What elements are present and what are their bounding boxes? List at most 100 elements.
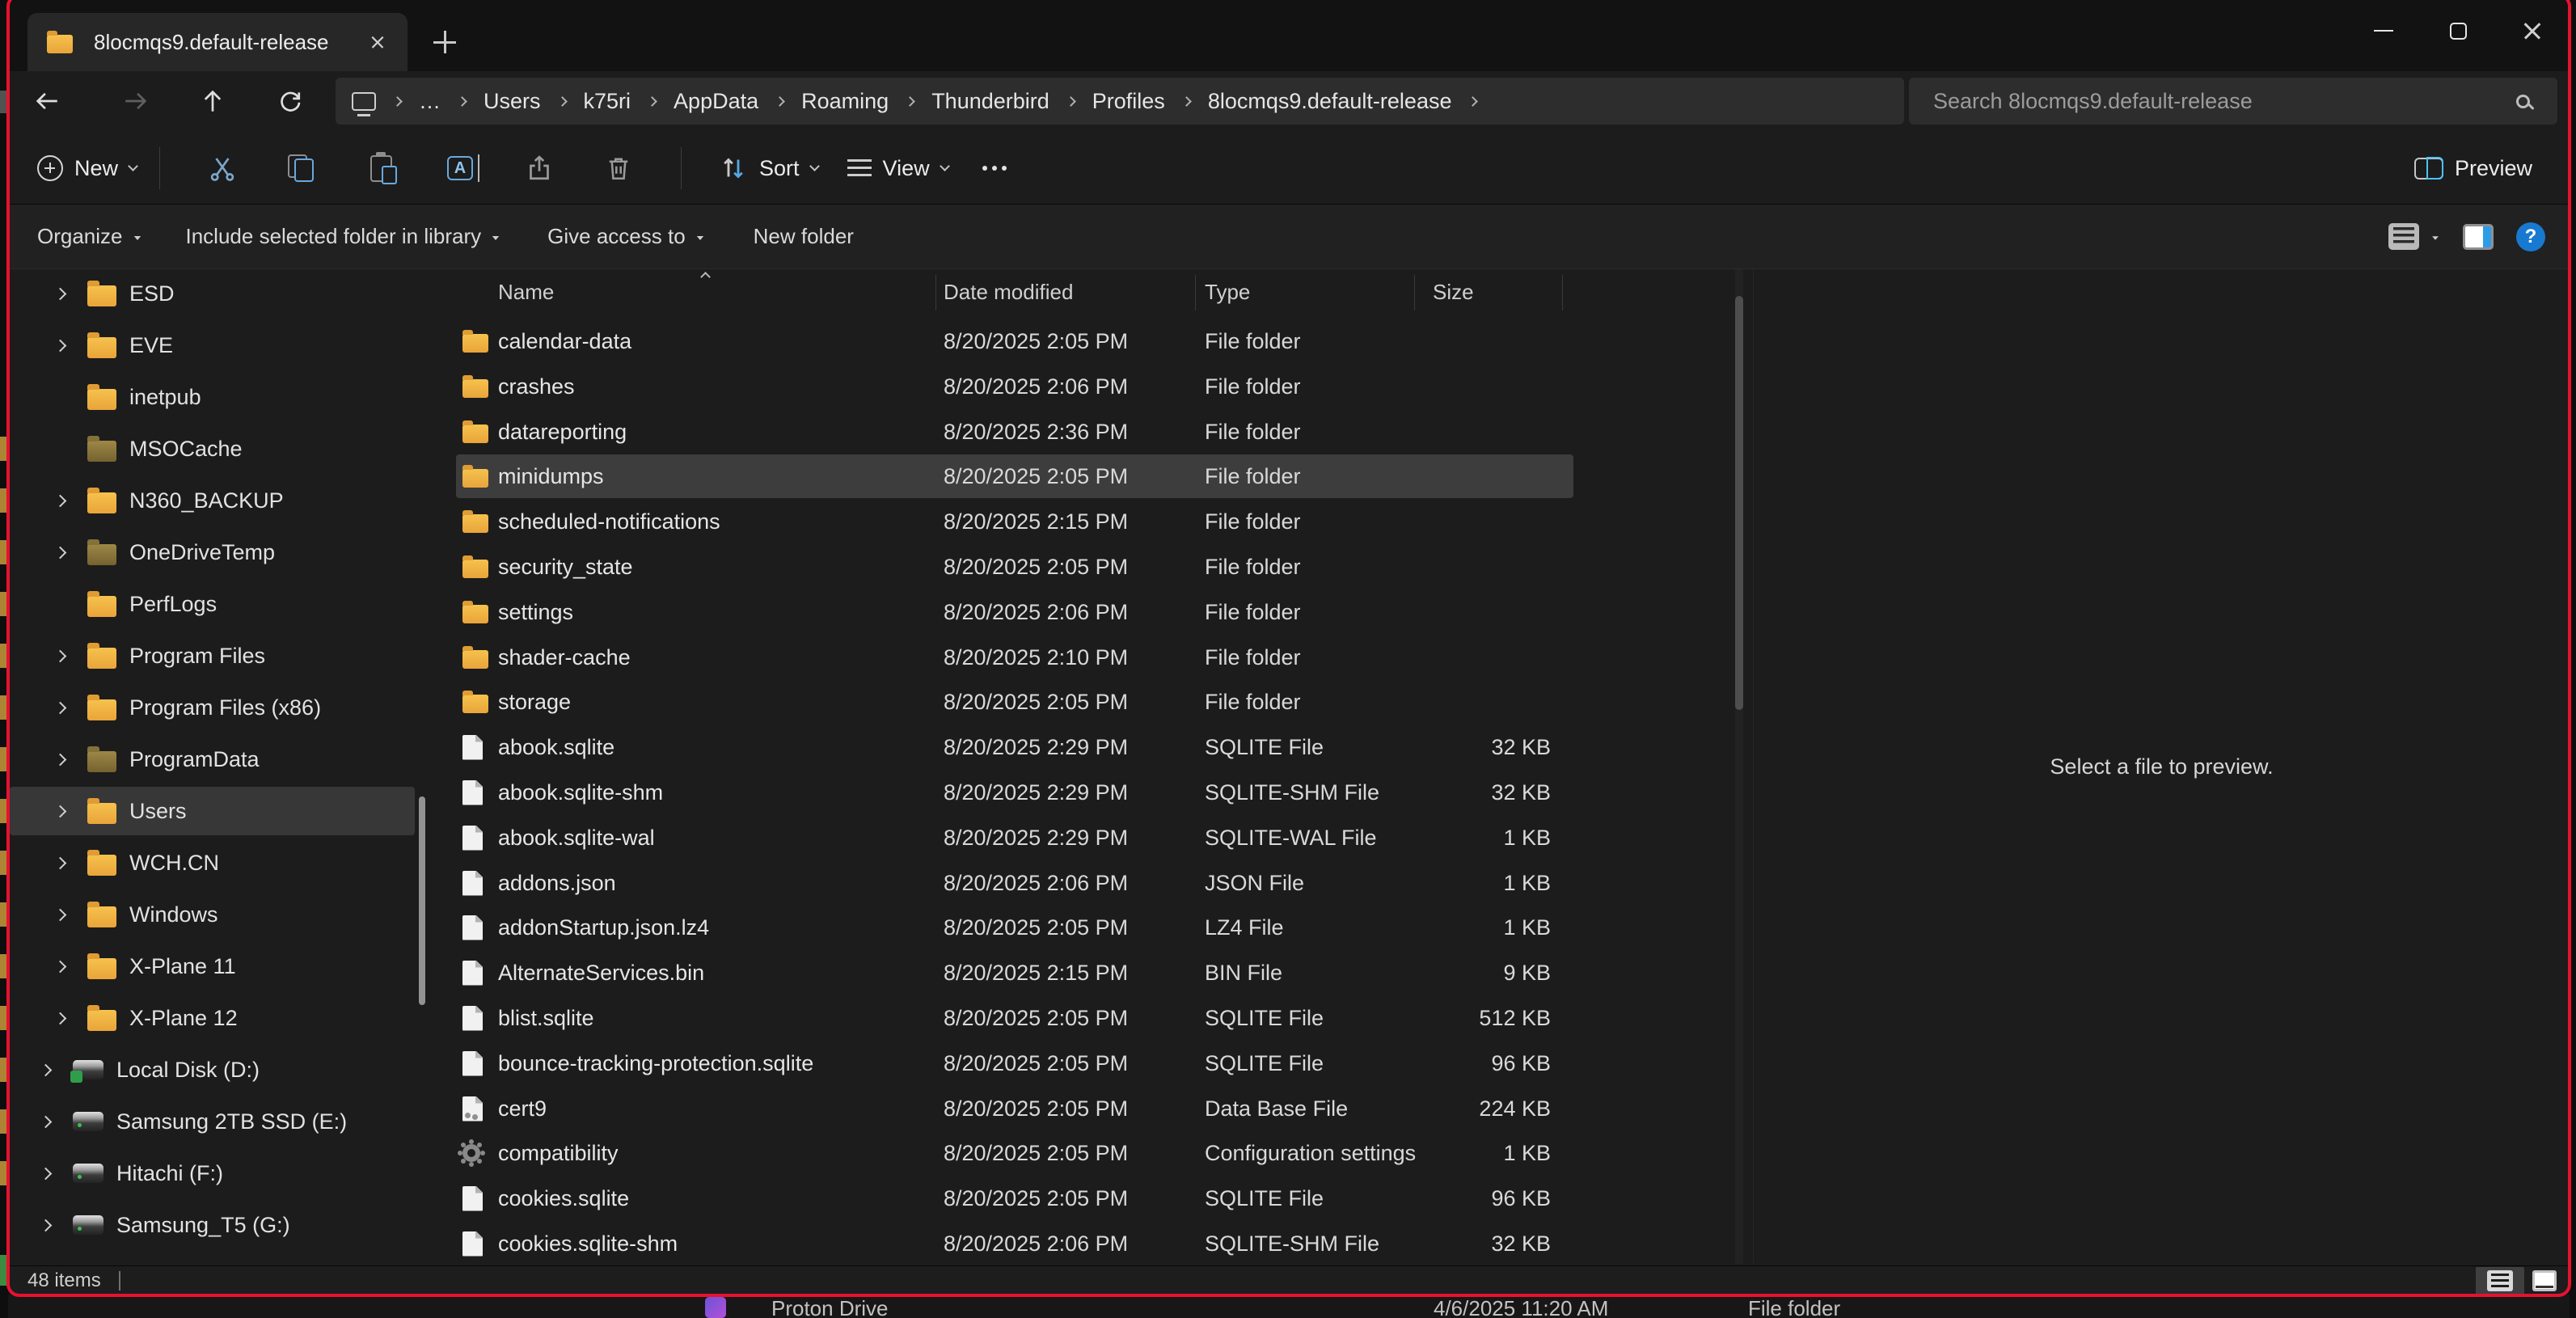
share-button[interactable] [508,142,571,194]
background-window-folder-slivers [0,437,7,1189]
breadcrumb-item-thunderbird[interactable]: Thunderbird [923,87,1058,116]
organize-menu[interactable]: Organize [37,224,142,249]
forward-button[interactable] [115,78,157,125]
row-name: datareporting [498,420,944,445]
table-row-cookies-sqlite[interactable]: cookies.sqlite8/20/2025 2:05 PMSQLITE Fi… [456,1176,1573,1220]
table-row-datareporting[interactable]: datareporting8/20/2025 2:36 PMFile folde… [456,410,1573,454]
table-row-calendar-data[interactable]: calendar-data8/20/2025 2:05 PMFile folde… [456,319,1573,363]
folder-icon [462,379,488,398]
search-input[interactable] [1909,89,2516,114]
breadcrumb-item-appdata[interactable]: AppData [665,87,766,116]
row-name: cookies.sqlite-shm [498,1231,944,1257]
include-in-library-menu[interactable]: Include selected folder in library [186,224,501,249]
close-button[interactable] [2495,0,2570,61]
row-size: 224 KB [1425,1096,1573,1122]
table-row-shader-cache[interactable]: shader-cache8/20/2025 2:10 PMFile folder [456,636,1573,679]
close-icon [2522,20,2543,41]
table-row-addons-json[interactable]: addons.json8/20/2025 2:06 PMJSON File1 K… [456,861,1573,905]
row-date-modified: 8/20/2025 2:06 PM [944,1231,1205,1257]
table-row-abook-sqlite-wal[interactable]: abook.sqlite-wal8/20/2025 2:29 PMSQLITE-… [456,816,1573,860]
table-row-abook-sqlite[interactable]: abook.sqlite8/20/2025 2:29 PMSQLITE File… [456,725,1573,769]
caret-down-icon [492,236,499,240]
status-divider [119,1271,120,1291]
row-date-modified: 8/20/2025 2:05 PM [944,329,1205,354]
column-header-name[interactable]: Name [498,280,944,305]
change-view-button[interactable] [2388,223,2440,250]
minimize-button[interactable] [2346,0,2421,61]
breadcrumb-item-8locmqs9-default-release[interactable]: 8locmqs9.default-release [1200,87,1460,116]
up-button[interactable] [192,78,234,125]
breadcrumb-overflow[interactable]: … [411,87,449,116]
table-row-addonstartup-json-lz4[interactable]: addonStartup.json.lz48/20/2025 2:05 PMLZ… [456,906,1573,949]
table-row-alternateservices-bin[interactable]: AlternateServices.bin8/20/2025 2:15 PMBI… [456,951,1573,995]
sidebar-item-esd[interactable]: ESD [10,269,415,318]
new-button[interactable]: New [37,155,137,181]
refresh-button[interactable] [269,78,311,125]
preview-pane-toggle-icon[interactable] [2463,224,2494,250]
column-divider[interactable] [1562,275,1563,310]
table-row-settings[interactable]: settings8/20/2025 2:06 PMFile folder [456,590,1573,634]
table-row-minidumps[interactable]: minidumps8/20/2025 2:05 PMFile folder [456,454,1573,498]
column-header-type[interactable]: Type [1205,280,1425,305]
chevron-right-icon [647,96,657,107]
row-icon-cell [456,1231,498,1257]
row-type: File folder [1205,555,1425,580]
give-access-menu[interactable]: Give access to [547,224,705,249]
view-button[interactable]: View [847,156,948,181]
file-icon [462,915,483,940]
breadcrumb-item-k75ri[interactable]: k75ri [576,87,640,116]
rename-button[interactable] [429,142,492,194]
copy-button[interactable] [270,142,333,194]
chevron-right-icon [1468,96,1479,107]
paste-icon [370,155,392,182]
row-icon-cell [456,826,498,851]
file-list-scrollbar-thumb[interactable] [1735,296,1743,710]
column-divider[interactable] [935,275,936,310]
cut-button[interactable] [191,142,254,194]
column-header-date-modified[interactable]: Date modified [944,280,1205,305]
breadcrumb-item-roaming[interactable]: Roaming [793,87,897,116]
view-label: View [883,156,930,181]
column-header-size[interactable]: Size [1425,280,1573,305]
column-divider[interactable] [1195,275,1196,310]
explorer-tab[interactable]: 8locmqs9.default-release [27,13,408,71]
table-row-abook-sqlite-shm[interactable]: abook.sqlite-shm8/20/2025 2:29 PMSQLITE-… [456,771,1573,814]
sidebar-item-label: ESD [129,281,175,306]
this-pc-icon[interactable] [352,92,376,111]
table-row-blist-sqlite[interactable]: blist.sqlite8/20/2025 2:05 PMSQLITE File… [456,996,1573,1040]
row-type: SQLITE File [1205,1186,1425,1211]
table-row-security-state[interactable]: security_state8/20/2025 2:05 PMFile fold… [456,545,1573,589]
details-view-toggle[interactable] [2476,1267,2524,1295]
row-icon-cell [456,421,498,443]
maximize-button[interactable] [2421,0,2495,61]
breadcrumb-item-profiles[interactable]: Profiles [1084,87,1173,116]
table-row-bounce-tracking-protection-sqlite[interactable]: bounce-tracking-protection.sqlite8/20/20… [456,1041,1573,1085]
table-row-crashes[interactable]: crashes8/20/2025 2:06 PMFile folder [456,365,1573,408]
delete-button[interactable] [587,142,650,194]
sort-button[interactable]: Sort [719,154,818,183]
row-date-modified: 8/20/2025 2:06 PM [944,374,1205,399]
table-row-cookies-sqlite-shm[interactable]: cookies.sqlite-shm8/20/2025 2:06 PMSQLIT… [456,1222,1573,1264]
table-row-cert9[interactable]: cert98/20/2025 2:05 PMData Base File224 … [456,1087,1573,1130]
back-button[interactable] [26,78,68,125]
row-icon-cell [456,961,498,986]
chevron-right-icon[interactable] [45,289,74,298]
more-options-button[interactable] [982,166,1007,171]
background-row-type: File folder [1748,1296,1840,1318]
large-icons-view-toggle[interactable] [2532,1270,2557,1291]
column-divider[interactable] [1414,275,1415,310]
new-folder-button[interactable]: New folder [754,224,854,249]
folder-icon [87,285,116,306]
maximize-icon [2450,23,2467,40]
help-button[interactable] [2516,222,2545,251]
breadcrumb-item-users[interactable]: Users [475,87,549,116]
tab-title: 8locmqs9.default-release [94,30,346,55]
preview-toggle-button[interactable]: Preview [2414,156,2532,181]
row-icon-cell [456,331,498,353]
table-row-scheduled-notifications[interactable]: scheduled-notifications8/20/2025 2:15 PM… [456,500,1573,543]
file-icon [462,1231,483,1257]
table-row-storage[interactable]: storage8/20/2025 2:05 PMFile folder [456,680,1573,724]
table-row-compatibility[interactable]: compatibility8/20/2025 2:05 PMConfigurat… [456,1131,1573,1175]
paste-button[interactable] [349,142,412,194]
tab-close-icon[interactable] [370,35,386,50]
